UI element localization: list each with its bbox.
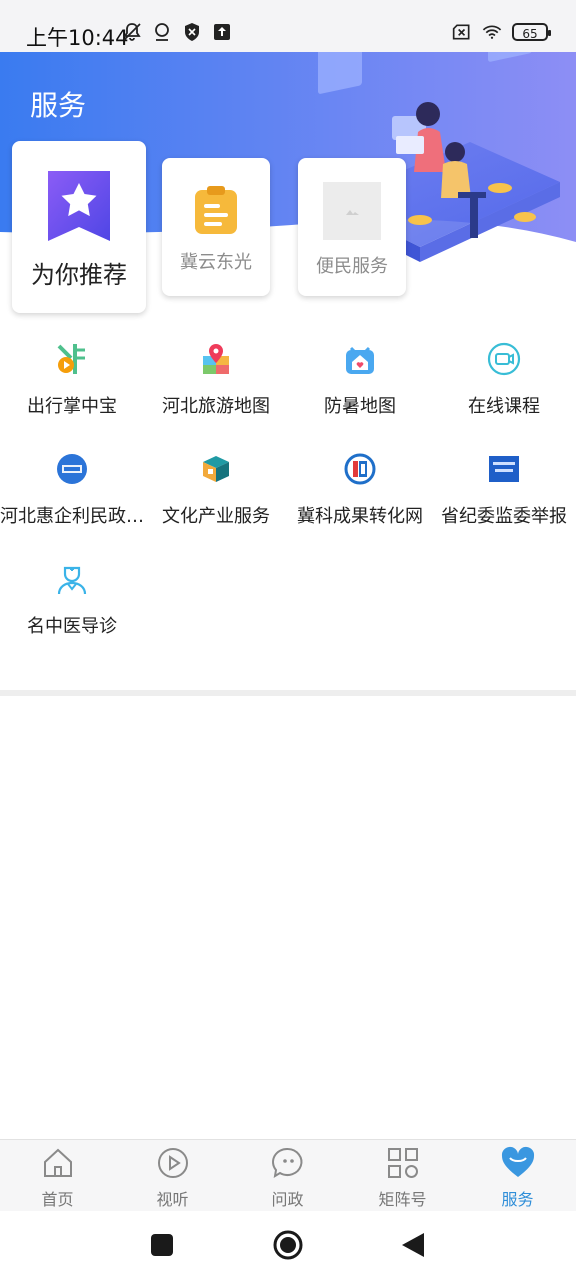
service-label: 名中医导诊	[27, 616, 117, 637]
status-time: 上午10:44	[26, 26, 129, 50]
upload-icon	[212, 22, 232, 42]
section-divider	[0, 690, 576, 696]
service-tourism-map[interactable]: 河北旅游地图	[144, 340, 288, 418]
service-tech-transfer[interactable]: 冀科成果转化网	[288, 450, 432, 528]
service-label: 在线课程	[468, 396, 540, 417]
map-pin-icon	[197, 340, 235, 378]
home-button[interactable]	[272, 1229, 304, 1265]
service-label: 冀科成果转化网	[297, 506, 423, 527]
service-label: 出行掌中宝	[27, 396, 117, 417]
service-culture-industry[interactable]: 文化产业服务	[144, 450, 288, 528]
mute-bell-icon	[122, 22, 142, 42]
recents-button[interactable]	[150, 1233, 174, 1261]
heart-icon	[500, 1146, 536, 1184]
back-button[interactable]	[400, 1231, 426, 1263]
policy-badge-icon	[53, 450, 91, 488]
status-icons	[122, 22, 232, 42]
service-label: 防暑地图	[324, 396, 396, 417]
report-banner-icon	[485, 450, 523, 488]
service-heat-map[interactable]: 防暑地图	[288, 340, 432, 418]
service-hebei-policy[interactable]: 河北惠企利民政策通	[0, 450, 144, 528]
wifi-icon	[482, 22, 502, 42]
service-tcm-guide[interactable]: 名中医导诊	[0, 560, 144, 638]
card-convenience-label: 便民服务	[316, 256, 388, 277]
card-convenience[interactable]: 便民服务	[298, 158, 406, 296]
status-bar: 上午10:44 65	[0, 0, 576, 52]
card-recommended[interactable]: 为你推荐	[12, 141, 146, 313]
star-ribbon-icon	[48, 171, 110, 245]
nav-services[interactable]: 服务	[460, 1146, 575, 1210]
travel-icon	[53, 340, 91, 378]
service-online-course[interactable]: 在线课程	[432, 340, 576, 418]
house-heart-icon	[341, 340, 379, 378]
nav-label: 首页	[41, 1190, 74, 1209]
bottom-nav: 首页 视听 问政 矩阵号 服务	[0, 1139, 576, 1212]
doctor-icon	[53, 560, 91, 598]
image-placeholder-icon	[323, 182, 381, 244]
chat-icon	[271, 1146, 305, 1184]
service-label: 文化产业服务	[162, 506, 270, 527]
location-icon	[152, 22, 172, 42]
nav-politics[interactable]: 问政	[230, 1146, 345, 1210]
clipboard-icon	[193, 184, 239, 240]
nav-label: 服务	[501, 1190, 534, 1209]
nav-label: 视听	[156, 1190, 189, 1209]
page-title: 服务	[30, 89, 87, 122]
shield-icon	[182, 22, 202, 42]
grid-icon	[386, 1146, 420, 1184]
nav-matrix[interactable]: 矩阵号	[345, 1146, 460, 1210]
service-discipline-report[interactable]: 省纪委监委举报	[432, 450, 576, 528]
service-label: 河北旅游地图	[162, 396, 270, 417]
video-camera-icon	[485, 340, 523, 378]
card-jiyun-dongguang[interactable]: 冀云东光	[162, 158, 270, 296]
service-label: 河北惠企利民政策通	[0, 506, 144, 527]
nav-label: 问政	[271, 1190, 304, 1209]
home-icon	[41, 1146, 75, 1184]
sim-off-icon	[452, 22, 472, 42]
cube-icon	[197, 450, 235, 488]
card-jiyun-label: 冀云东光	[180, 252, 252, 273]
nav-video[interactable]: 视听	[115, 1146, 230, 1210]
service-travel[interactable]: 出行掌中宝	[0, 340, 144, 418]
battery-indicator: 65	[512, 23, 551, 41]
nav-home[interactable]: 首页	[0, 1146, 115, 1210]
tech-logo-icon	[341, 450, 379, 488]
status-right: 65	[452, 22, 551, 42]
service-label: 省纪委监委举报	[441, 506, 567, 527]
play-icon	[156, 1146, 190, 1184]
card-recommended-label: 为你推荐	[31, 261, 127, 289]
nav-label: 矩阵号	[378, 1190, 427, 1209]
system-nav-bar	[0, 1211, 576, 1280]
